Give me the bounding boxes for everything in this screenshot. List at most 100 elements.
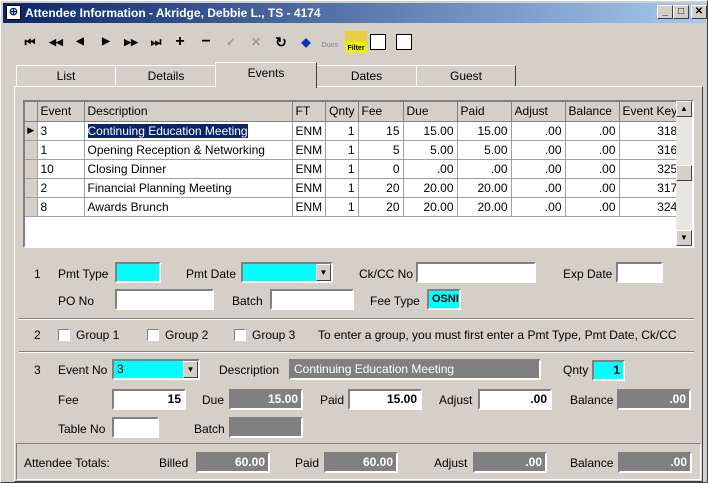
cell-description[interactable]: Continuing Education Meeting xyxy=(84,121,293,141)
cell-paid[interactable]: 20.00 xyxy=(457,178,512,198)
cell-paid[interactable]: .00 xyxy=(457,159,512,179)
cell-qnty[interactable]: 1 xyxy=(325,178,359,198)
cell-adjust[interactable]: .00 xyxy=(511,197,566,217)
exp-date-field[interactable] xyxy=(616,262,663,283)
fee-type-field[interactable]: OSNI xyxy=(427,289,461,310)
cell-fee[interactable]: 5 xyxy=(358,140,404,160)
cell-due[interactable]: .00 xyxy=(403,159,458,179)
tab-details[interactable]: Details xyxy=(115,65,217,87)
prev-page-icon[interactable]: ◀◀ xyxy=(45,31,67,53)
table-row[interactable]: 8 Awards Brunch ENM 1 20 20.00 20.00 .00… xyxy=(25,197,682,217)
paid-field[interactable]: 15.00 xyxy=(348,389,422,410)
cell-due[interactable]: 15.00 xyxy=(403,121,458,141)
cell-due[interactable]: 20.00 xyxy=(403,178,458,198)
cell-paid[interactable]: 20.00 xyxy=(457,197,512,217)
po-no-field[interactable] xyxy=(115,289,214,310)
cell-balance[interactable]: .00 xyxy=(565,178,620,198)
add-record-icon[interactable]: + xyxy=(169,31,191,53)
col-paid[interactable]: Paid xyxy=(457,102,512,122)
print-icon[interactable] xyxy=(396,34,412,50)
cell-adjust[interactable]: .00 xyxy=(511,121,566,141)
group-1-checkbox[interactable] xyxy=(58,329,70,341)
table-row[interactable]: 2 Financial Planning Meeting ENM 1 20 20… xyxy=(25,178,682,198)
tab-guest[interactable]: Guest xyxy=(416,65,516,87)
chevron-down-icon[interactable]: ▼ xyxy=(183,361,198,378)
col-event[interactable]: Event xyxy=(37,102,85,122)
table-no-field[interactable] xyxy=(112,417,159,438)
event-no-dropdown[interactable]: 3 ▼ xyxy=(112,359,200,380)
tab-events[interactable]: Events xyxy=(215,62,317,88)
cell-description[interactable]: Closing Dinner xyxy=(84,159,293,179)
next-page-icon[interactable]: ▶▶ xyxy=(120,31,142,53)
cell-description[interactable]: Opening Reception & Networking xyxy=(84,140,293,160)
cell-adjust[interactable]: .00 xyxy=(511,159,566,179)
group-2-checkbox[interactable] xyxy=(147,329,159,341)
post-edit-icon[interactable]: ✓ xyxy=(220,31,242,53)
cell-ft[interactable]: ENM xyxy=(292,197,327,217)
col-adjust[interactable]: Adjust xyxy=(511,102,566,122)
cell-description[interactable]: Financial Planning Meeting xyxy=(84,178,293,198)
cell-event[interactable]: 8 xyxy=(37,197,85,217)
cell-adjust[interactable]: .00 xyxy=(511,178,566,198)
delete-record-icon[interactable]: − xyxy=(195,31,217,53)
col-qnty[interactable]: Qnty xyxy=(325,102,359,122)
col-balance[interactable]: Balance xyxy=(565,102,620,122)
fee-field[interactable]: 15 xyxy=(112,389,186,410)
cell-balance[interactable]: .00 xyxy=(565,159,620,179)
cell-ft[interactable]: ENM xyxy=(292,178,327,198)
maximize-button[interactable]: □ xyxy=(673,5,689,19)
cell-event-key[interactable]: 324 xyxy=(619,197,682,217)
cell-fee[interactable]: 15 xyxy=(358,121,404,141)
col-description[interactable]: Description xyxy=(84,102,293,122)
scroll-down-icon[interactable]: ▼ xyxy=(676,230,692,246)
grid-vertical-scrollbar[interactable]: ▲ ▼ xyxy=(676,101,692,246)
col-fee[interactable]: Fee xyxy=(358,102,404,122)
cell-event[interactable]: 1 xyxy=(37,140,85,160)
cell-adjust[interactable]: .00 xyxy=(511,140,566,160)
first-record-icon[interactable]: ⏮ xyxy=(19,31,41,53)
table-row[interactable]: 1 Opening Reception & Networking ENM 1 5… xyxy=(25,140,682,160)
cell-fee[interactable]: 0 xyxy=(358,159,404,179)
prev-record-icon[interactable]: ◀ xyxy=(69,31,91,53)
cell-ft[interactable]: ENM xyxy=(292,140,327,160)
cell-event-key[interactable]: 317 xyxy=(619,178,682,198)
cell-event[interactable]: 10 xyxy=(37,159,85,179)
cell-description[interactable]: Awards Brunch xyxy=(84,197,293,217)
cell-event-key[interactable]: 318 xyxy=(619,121,682,141)
cell-qnty[interactable]: 1 xyxy=(325,159,359,179)
cell-qnty[interactable]: 1 xyxy=(325,121,359,141)
tag-icon[interactable]: ◆ xyxy=(295,31,317,53)
scroll-thumb[interactable] xyxy=(676,165,692,181)
close-button[interactable]: ✕ xyxy=(691,5,707,19)
chevron-down-icon[interactable]: ▼ xyxy=(316,264,331,281)
cell-ft[interactable]: ENM xyxy=(292,121,327,141)
filter-icon[interactable]: Filter xyxy=(345,31,367,53)
cell-balance[interactable]: .00 xyxy=(565,121,620,141)
cell-balance[interactable]: .00 xyxy=(565,197,620,217)
pmt-date-dropdown[interactable]: ▼ xyxy=(241,262,333,283)
minimize-button[interactable]: _ xyxy=(657,5,673,19)
tab-dates[interactable]: Dates xyxy=(316,65,417,87)
last-record-icon[interactable]: ⏭ xyxy=(145,31,167,53)
col-event-key[interactable]: Event Key xyxy=(619,102,682,122)
cell-fee[interactable]: 20 xyxy=(358,178,404,198)
scroll-up-icon[interactable]: ▲ xyxy=(676,101,692,117)
table-row[interactable]: ▶ 3 Continuing Education Meeting ENM 1 1… xyxy=(25,121,682,141)
cancel-edit-icon[interactable]: ✕ xyxy=(245,31,267,53)
cell-qnty[interactable]: 1 xyxy=(325,197,359,217)
table-row[interactable]: 10 Closing Dinner ENM 1 0 .00 .00 .00 .0… xyxy=(25,159,682,179)
events-grid[interactable]: Event Description FT Qnty Fee Due Paid A… xyxy=(23,100,694,248)
refresh-icon[interactable]: ↻ xyxy=(270,31,292,53)
cell-due[interactable]: 5.00 xyxy=(403,140,458,160)
batch-field[interactable] xyxy=(270,289,354,310)
cell-event[interactable]: 3 xyxy=(37,121,85,141)
qnty-field[interactable]: 1 xyxy=(592,360,625,381)
cell-qnty[interactable]: 1 xyxy=(325,140,359,160)
col-due[interactable]: Due xyxy=(403,102,458,122)
cell-paid[interactable]: 5.00 xyxy=(457,140,512,160)
cell-balance[interactable]: .00 xyxy=(565,140,620,160)
next-record-icon[interactable]: ▶ xyxy=(95,31,117,53)
dues-icon[interactable]: Dues xyxy=(319,31,341,53)
col-ft[interactable]: FT xyxy=(292,102,327,122)
report-icon[interactable] xyxy=(370,34,386,50)
